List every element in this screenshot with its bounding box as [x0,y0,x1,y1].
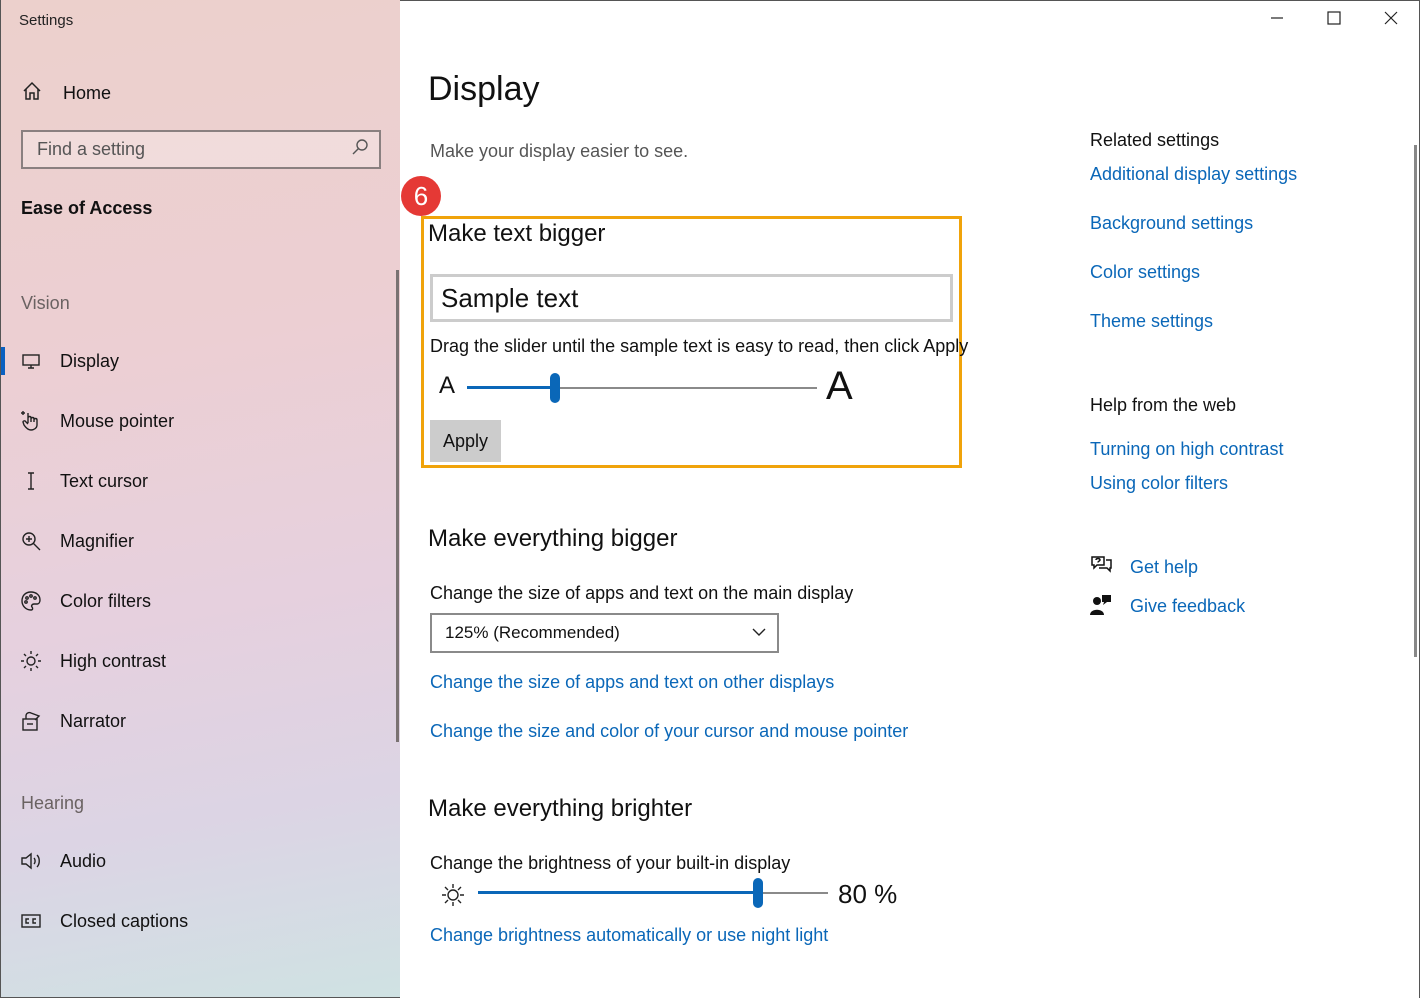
sidebar-item-label: Display [60,350,120,371]
other-displays-link[interactable]: Change the size of apps and text on othe… [430,672,834,693]
related-settings-title: Related settings [1090,130,1220,150]
sidebar-item-label: Closed captions [60,910,189,931]
maximize-button[interactable] [1305,0,1363,40]
everything-brighter-description: Change the brightness of your built-in d… [430,853,791,873]
sidebar-item-text-cursor[interactable]: Text cursor [1,459,391,503]
page-title: Display [428,70,540,108]
sidebar-item-label: Mouse pointer [60,410,175,431]
sidebar-item-label: Color filters [60,590,152,611]
everything-bigger-description: Change the size of apps and text on the … [430,583,854,603]
home-icon [21,80,43,107]
mouse-pointer-icon [20,410,42,432]
brightness-slider-thumb[interactable] [753,878,763,908]
text-size-slider-fill [467,386,555,389]
sidebar-item-mouse-pointer[interactable]: Mouse pointer [1,399,391,443]
sidebar-item-display[interactable]: Display [1,339,391,383]
maximize-icon [1327,10,1341,30]
brightness-value: 80 % [838,879,898,909]
high-contrast-help-link[interactable]: Turning on high contrast [1090,439,1283,460]
search-input[interactable] [37,139,337,160]
group-label-vision: Vision [21,293,70,313]
main-scrollbar[interactable] [1414,145,1417,657]
section-title: Ease of Access [21,198,153,218]
sidebar: Settings Home Ease of Access Vision Disp… [0,0,400,998]
get-help-icon [1089,554,1113,583]
sidebar-item-magnifier[interactable]: Magnifier [1,519,391,563]
give-feedback-link[interactable]: Give feedback [1130,596,1245,617]
minimize-icon [1270,11,1284,30]
small-a-label: A [439,372,456,399]
sidebar-item-label: Narrator [60,710,127,731]
additional-display-settings-link[interactable]: Additional display settings [1090,164,1297,185]
color-filters-icon [20,590,42,612]
group-label-hearing: Hearing [21,793,85,813]
home-label: Home [63,83,112,103]
text-size-slider-thumb[interactable] [550,373,560,403]
sidebar-item-label: Magnifier [60,530,135,551]
display-icon [20,350,42,372]
cursor-size-link[interactable]: Change the size and color of your cursor… [430,721,908,742]
search-box[interactable] [21,130,381,169]
closed-captions-icon [20,910,42,932]
sidebar-item-label: High contrast [60,650,167,671]
apply-button[interactable]: Apply [430,420,501,462]
close-button[interactable] [1362,0,1420,40]
audio-icon [20,850,42,872]
background-settings-link[interactable]: Background settings [1090,213,1253,234]
close-icon [1384,11,1398,30]
help-from-web-title: Help from the web [1090,395,1237,415]
app-title: Settings [19,12,74,29]
scale-dropdown[interactable]: 125% (Recommended) [430,613,779,653]
everything-brighter-heading: Make everything brighter [428,795,693,822]
sidebar-item-closed-captions[interactable]: Closed captions [1,899,391,943]
sidebar-item-label: Text cursor [60,470,149,491]
sidebar-item-high-contrast[interactable]: High contrast [1,639,391,683]
minimize-button[interactable] [1248,0,1306,40]
night-light-link[interactable]: Change brightness automatically or use n… [430,925,828,946]
sidebar-item-label: Audio [60,850,107,871]
page-subtitle: Make your display easier to see. [430,141,689,161]
everything-bigger-heading: Make everything bigger [428,525,678,552]
narrator-icon [20,710,42,732]
brightness-icon [440,882,466,913]
sidebar-item-narrator[interactable]: Narrator [1,699,391,743]
large-a-label: A [826,364,853,408]
sample-text-box: Sample text [430,274,953,322]
sample-text: Sample text [441,282,579,313]
get-help-link[interactable]: Get help [1130,557,1198,578]
search-icon[interactable] [351,138,369,161]
theme-settings-link[interactable]: Theme settings [1090,311,1213,332]
sidebar-item-color-filters[interactable]: Color filters [1,579,391,623]
brightness-slider-fill [478,891,758,894]
text-bigger-instruction: Drag the slider until the sample text is… [430,336,969,356]
text-bigger-heading: Make text bigger [428,220,606,247]
text-cursor-icon [20,470,42,492]
give-feedback-icon [1089,593,1113,622]
color-filters-help-link[interactable]: Using color filters [1090,473,1228,494]
sidebar-item-audio[interactable]: Audio [1,839,391,883]
scale-dropdown-value: 125% (Recommended) [445,623,620,642]
sidebar-scrollbar[interactable] [396,270,399,742]
step-badge: 6 [401,176,441,216]
home-nav-item[interactable]: Home [21,80,111,107]
chevron-down-icon [751,624,767,645]
high-contrast-icon [20,650,42,672]
color-settings-link[interactable]: Color settings [1090,262,1200,283]
magnifier-icon [20,530,42,552]
